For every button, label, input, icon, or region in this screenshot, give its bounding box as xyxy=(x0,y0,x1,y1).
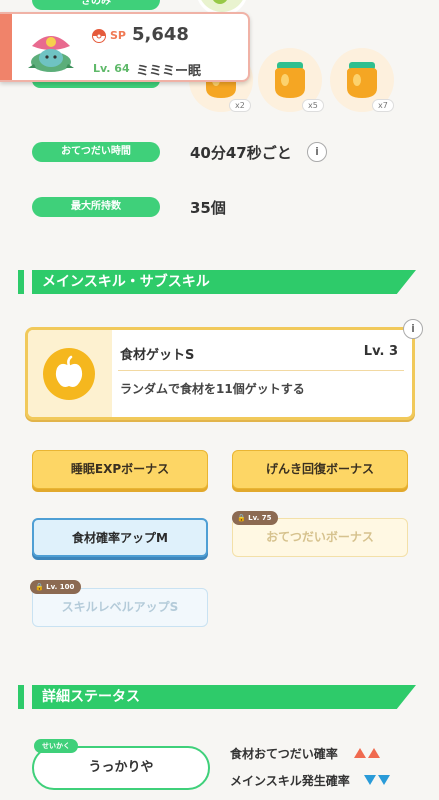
main-skill-level: Lv. 3 xyxy=(363,344,398,359)
nature-up-label: 食材おてつだい確率 xyxy=(230,747,338,761)
help-time-value: 40分47秒ごと xyxy=(190,144,292,162)
lock-icon: 🔒 xyxy=(237,514,246,522)
sub-skill-1[interactable]: 睡眠EXPボーナス xyxy=(32,450,208,489)
unlock-level-tag: 🔒 Lv. 100 xyxy=(30,580,82,594)
pokemon-level: Lv. 64 xyxy=(93,62,130,75)
apple-icon xyxy=(55,355,83,387)
pokemon-card[interactable]: SP 5,648 Lv. 64 ミミミー眠 xyxy=(0,12,250,82)
nature-up-stat: 食材おてつだい確率 xyxy=(230,745,380,762)
main-skill-description: ランダムで食材を11個ゲットする xyxy=(120,382,305,396)
down-arrow-icon xyxy=(362,774,390,788)
info-icon[interactable]: i xyxy=(307,142,327,162)
sp-label: SP xyxy=(110,29,126,42)
max-carry-label: 最大所持数 xyxy=(32,197,160,217)
detail-section-header: 詳細ステータス xyxy=(18,685,416,709)
sp-value: 5,648 xyxy=(132,24,189,45)
nature-tag: せいかく xyxy=(34,739,78,753)
card-accent xyxy=(0,14,12,80)
unlock-level: Lv. 100 xyxy=(46,583,75,591)
section-title: 詳細ステータス xyxy=(32,685,416,709)
max-carry-value: 35個 xyxy=(190,199,226,217)
ingredient-count-2: x5 xyxy=(302,99,324,112)
skills-section-header: メインスキル・サブスキル xyxy=(18,270,416,294)
sub-skill-3[interactable]: 食材確率アップM xyxy=(32,518,208,557)
unlock-level: Lv. 75 xyxy=(248,514,272,522)
pokemon-name: ミミミー眠 xyxy=(136,64,202,79)
main-skill-card[interactable]: 食材ゲットS Lv. 3 ランダムで食材を11個ゲットする xyxy=(25,327,415,420)
unlock-level-tag: 🔒 Lv. 75 xyxy=(232,511,279,525)
skill-icon-panel xyxy=(28,330,112,417)
ingredient-count-1: x2 xyxy=(229,99,251,112)
berry-label: きのみ xyxy=(32,0,160,10)
nature-down-label: メインスキル発生確率 xyxy=(230,774,350,788)
divider xyxy=(118,370,404,371)
pokemon-avatar xyxy=(26,24,76,74)
section-bar xyxy=(18,685,24,709)
help-time-label: おてつだい時間 xyxy=(32,142,160,162)
main-skill-name: 食材ゲットS xyxy=(120,348,195,363)
pokeball-icon xyxy=(92,28,106,43)
section-bar xyxy=(18,270,24,294)
skill-info-icon[interactable]: i xyxy=(403,319,423,339)
sub-skill-2[interactable]: げんき回復ボーナス xyxy=(232,450,408,489)
up-arrow-icon xyxy=(352,747,380,761)
nature-down-stat: メインスキル発生確率 xyxy=(230,772,390,789)
section-title: メインスキル・サブスキル xyxy=(32,270,416,294)
lock-icon: 🔒 xyxy=(35,583,44,591)
skill-circle xyxy=(43,348,95,400)
ingredient-count-3: x7 xyxy=(372,99,394,112)
